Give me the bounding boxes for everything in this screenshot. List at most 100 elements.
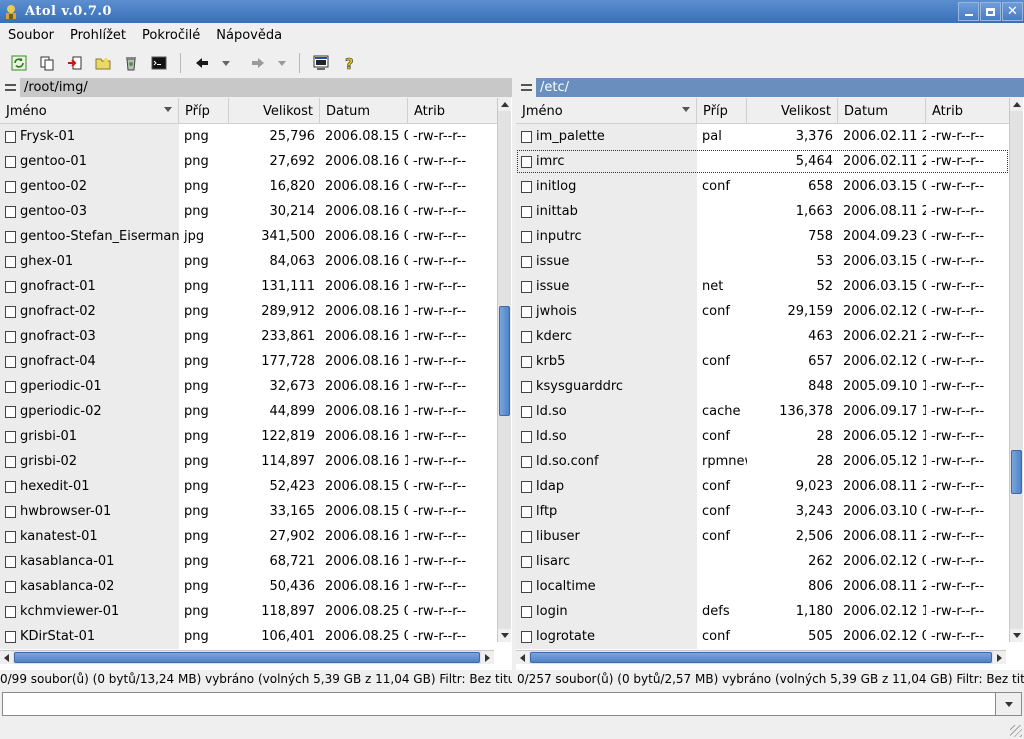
file-row[interactable]: inittab 1,663 2006.08.11 22: -rw-r--r-- <box>516 199 1009 224</box>
file-checkbox[interactable] <box>5 580 16 593</box>
left-vertical-scrollbar[interactable] <box>497 98 511 642</box>
file-row[interactable]: issue 53 2006.03.15 00: -rw-r--r-- <box>516 249 1009 274</box>
file-row[interactable]: gentoo-Stefan_Eiserman2 jpg 341,500 2006.08… <box>0 224 497 249</box>
file-row[interactable]: gentoo-02 png 16,820 2006.08.16 09: -rw-r--r… <box>0 174 497 199</box>
file-checkbox[interactable] <box>5 530 16 543</box>
help-button[interactable]: ? <box>336 51 362 75</box>
file-checkbox[interactable] <box>5 205 16 218</box>
file-row[interactable]: gnofract-01 png 131,111 2006.08.16 10: -rw-r… <box>0 274 497 299</box>
file-row[interactable]: ld.so.conf rpmnew 28 2006.05.12 14: -rw-r--r… <box>516 449 1009 474</box>
scroll-right-button[interactable] <box>481 651 494 664</box>
file-row[interactable]: grisbi-01 png 122,819 2006.08.16 11: -rw-r--… <box>0 424 497 449</box>
minimize-button[interactable] <box>958 2 979 21</box>
move-button[interactable] <box>62 51 88 75</box>
file-checkbox[interactable] <box>521 505 532 518</box>
command-history-dropdown[interactable] <box>996 692 1022 716</box>
refresh-button[interactable] <box>6 51 32 75</box>
file-checkbox[interactable] <box>5 305 16 318</box>
file-checkbox[interactable] <box>5 280 16 293</box>
file-checkbox[interactable] <box>521 180 532 193</box>
file-checkbox[interactable] <box>521 155 532 168</box>
scroll-down-button[interactable] <box>498 629 511 642</box>
file-row[interactable]: gentoo-03 png 30,214 2006.08.16 09: -rw-r--r… <box>0 199 497 224</box>
delete-button[interactable] <box>118 51 144 75</box>
file-checkbox[interactable] <box>521 630 532 643</box>
column-date[interactable]: Datum <box>320 98 408 124</box>
file-checkbox[interactable] <box>5 130 16 143</box>
terminal-button[interactable] <box>146 51 172 75</box>
column-name[interactable]: Jméno <box>516 98 697 124</box>
command-input[interactable] <box>2 692 996 716</box>
file-row[interactable]: KDirStat-01 png 106,401 2006.08.25 07: -rw-r… <box>0 624 497 649</box>
column-attr[interactable]: Atrib <box>408 98 497 124</box>
scroll-up-button[interactable] <box>498 98 511 111</box>
column-ext[interactable]: Příp <box>697 98 747 124</box>
menu-prohlizet[interactable]: Prohlížet <box>62 28 134 43</box>
file-checkbox[interactable] <box>521 380 532 393</box>
right-hscroll-thumb[interactable] <box>530 652 992 663</box>
file-checkbox[interactable] <box>5 330 16 343</box>
forward-button[interactable] <box>245 51 271 75</box>
file-row[interactable]: hexedit-01 png 52,423 2006.08.15 03: -rw-r--… <box>0 474 497 499</box>
file-checkbox[interactable] <box>5 355 16 368</box>
file-checkbox[interactable] <box>521 455 532 468</box>
back-history-button[interactable] <box>217 51 235 75</box>
file-checkbox[interactable] <box>5 430 16 443</box>
file-checkbox[interactable] <box>521 130 532 143</box>
file-row[interactable]: im_palette pal 3,376 2006.02.11 23: -rw-r--r… <box>516 124 1009 149</box>
panel-menu-button[interactable] <box>0 78 20 97</box>
column-size[interactable]: Velikost <box>747 98 838 124</box>
file-row[interactable]: Frysk-01 png 25,796 2006.08.15 03: -rw-r--r-… <box>0 124 497 149</box>
file-row[interactable]: ld.so conf 28 2006.05.12 13: -rw-r--r-- <box>516 424 1009 449</box>
file-checkbox[interactable] <box>5 255 16 268</box>
file-row[interactable]: inputrc 758 2004.09.23 07: -rw-r--r-- <box>516 224 1009 249</box>
right-vertical-scrollbar[interactable] <box>1009 98 1023 642</box>
file-checkbox[interactable] <box>521 530 532 543</box>
forward-history-button[interactable] <box>273 51 291 75</box>
menu-soubor[interactable]: Soubor <box>0 28 62 43</box>
file-checkbox[interactable] <box>5 405 16 418</box>
new-folder-button[interactable] <box>90 51 116 75</box>
file-row[interactable]: lisarc 262 2006.02.12 01: -rw-r--r-- <box>516 549 1009 574</box>
file-row[interactable]: gnofract-02 png 289,912 2006.08.16 10: -rw-r… <box>0 299 497 324</box>
close-button[interactable]: ✕ <box>1002 2 1023 21</box>
file-checkbox[interactable] <box>521 205 532 218</box>
file-row[interactable]: kanatest-01 png 27,902 2006.08.16 12: -rw-r-… <box>0 524 497 549</box>
file-checkbox[interactable] <box>521 330 532 343</box>
scroll-right-button[interactable] <box>993 651 1006 664</box>
column-attr[interactable]: Atrib <box>926 98 1009 124</box>
file-checkbox[interactable] <box>521 255 532 268</box>
right-scroll-thumb[interactable] <box>1011 450 1022 494</box>
file-row[interactable]: kasablanca-02 png 50,436 2006.08.16 12: -rw-… <box>0 574 497 599</box>
file-row[interactable]: gnofract-04 png 177,728 2006.08.16 10: -rw-r… <box>0 349 497 374</box>
file-row[interactable]: hwbrowser-01 png 33,165 2006.08.15 03: -rw-r… <box>0 499 497 524</box>
file-row[interactable]: ldap conf 9,023 2006.08.11 22: -rw-r--r-- <box>516 474 1009 499</box>
file-checkbox[interactable] <box>521 280 532 293</box>
file-checkbox[interactable] <box>521 305 532 318</box>
file-row[interactable]: gperiodic-02 png 44,899 2006.08.16 10: -rw-r… <box>0 399 497 424</box>
menu-pokrocile[interactable]: Pokročilé <box>134 28 208 43</box>
file-checkbox[interactable] <box>521 580 532 593</box>
file-checkbox[interactable] <box>5 155 16 168</box>
scroll-left-button[interactable] <box>0 651 13 664</box>
file-row[interactable]: libuser conf 2,506 2006.08.11 22: -rw-r--r-- <box>516 524 1009 549</box>
panel-menu-button[interactable] <box>516 78 536 97</box>
right-horizontal-scrollbar[interactable] <box>516 650 1006 664</box>
copy-button[interactable] <box>34 51 60 75</box>
file-checkbox[interactable] <box>5 605 16 618</box>
left-scroll-thumb[interactable] <box>499 306 510 416</box>
file-row[interactable]: grisbi-02 png 114,897 2006.08.16 11: -rw-r--… <box>0 449 497 474</box>
column-name[interactable]: Jméno <box>0 98 179 124</box>
file-row[interactable]: ksysguarddrc 848 2005.09.10 10: -rw-r--r-- <box>516 374 1009 399</box>
file-row[interactable]: ld.so cache 136,378 2006.09.17 14: -rw-r--r-… <box>516 399 1009 424</box>
file-row[interactable]: initlog conf 658 2006.03.15 00: -rw-r--r-- <box>516 174 1009 199</box>
file-checkbox[interactable] <box>521 480 532 493</box>
column-date[interactable]: Datum <box>838 98 926 124</box>
column-ext[interactable]: Příp <box>179 98 229 124</box>
file-checkbox[interactable] <box>5 505 16 518</box>
file-checkbox[interactable] <box>5 480 16 493</box>
file-row[interactable]: kchmviewer-01 png 118,897 2006.08.25 07: -rw… <box>0 599 497 624</box>
maximize-button[interactable] <box>980 2 1001 21</box>
file-checkbox[interactable] <box>5 555 16 568</box>
console-window-button[interactable] <box>308 51 334 75</box>
